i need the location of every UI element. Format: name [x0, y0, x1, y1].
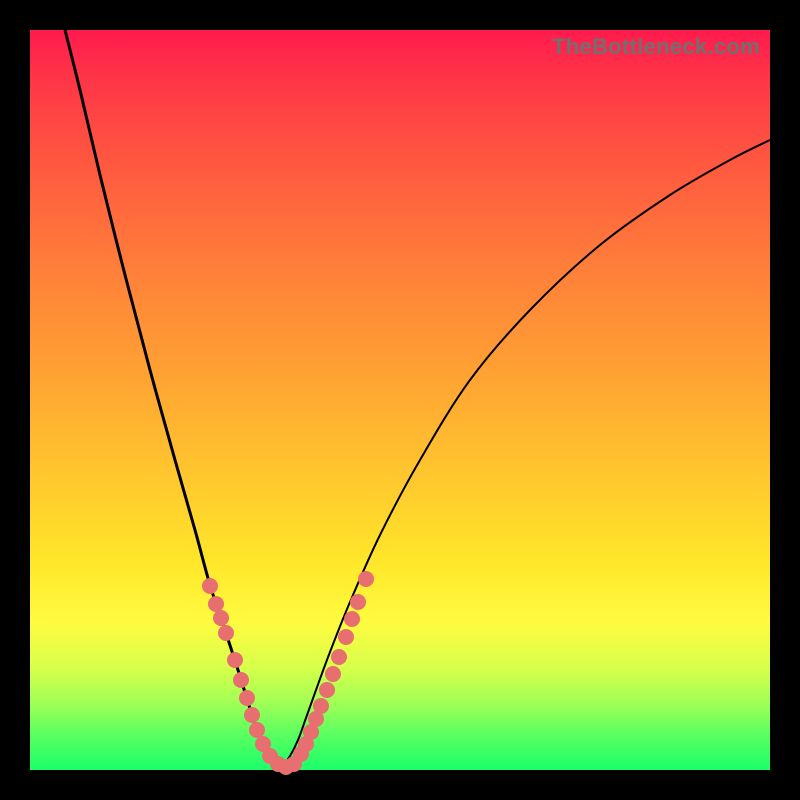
- marker-dot: [344, 611, 360, 627]
- curve-group: [65, 30, 770, 767]
- marker-dot: [313, 698, 329, 714]
- marker-dot: [239, 690, 255, 706]
- marker-dot: [338, 629, 354, 645]
- marker-dot: [244, 707, 260, 723]
- marker-dot: [249, 722, 265, 738]
- marker-dot: [218, 625, 234, 641]
- marker-group: [202, 571, 374, 775]
- chart-frame: TheBottleneck.com: [0, 0, 800, 800]
- marker-dot: [202, 578, 218, 594]
- curve-left-branch: [65, 30, 282, 767]
- marker-dot: [331, 649, 347, 665]
- marker-dot: [325, 666, 341, 682]
- marker-dot: [233, 672, 249, 688]
- marker-dot: [319, 682, 335, 698]
- chart-svg: [30, 30, 770, 770]
- marker-dot: [350, 594, 366, 610]
- marker-dot: [208, 596, 224, 612]
- marker-dot: [213, 610, 229, 626]
- plot-area: TheBottleneck.com: [30, 30, 770, 770]
- marker-dot: [358, 571, 374, 587]
- curve-right-branch: [282, 140, 770, 767]
- marker-dot: [227, 652, 243, 668]
